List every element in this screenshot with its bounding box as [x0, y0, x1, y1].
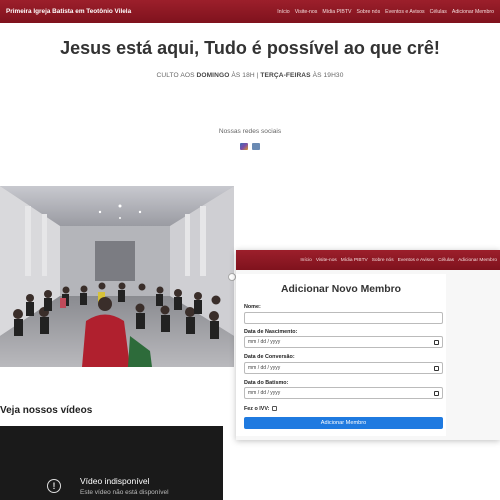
social-label: Nossas redes sociais — [218, 128, 282, 135]
conversion-date-label: Data de Conversão: — [244, 354, 295, 360]
service-times: CULTO AOS DOMINGO ÀS 18H | TERÇA-FEIRAS … — [0, 72, 500, 79]
add-member-window: Início Visite-nos Mídia PIBTV Sobre nós … — [236, 250, 500, 440]
birth-date-input[interactable]: mm / dd / yyyy — [244, 336, 443, 348]
nav2-link-celulas[interactable]: Células — [438, 258, 454, 263]
youtube-icon[interactable] — [252, 143, 260, 150]
baptism-date-placeholder: mm / dd / yyyy — [248, 390, 281, 396]
nav-link-sobre[interactable]: Sobre nós — [357, 9, 381, 15]
nav2-link-inicio[interactable]: Início — [300, 258, 311, 263]
name-label: Nome: — [244, 304, 261, 310]
ivv-label: Fez o IVV: — [244, 406, 270, 412]
warning-icon: ! — [47, 479, 61, 493]
nav-link-visite[interactable]: Visite-nos — [295, 9, 318, 15]
name-input[interactable] — [244, 312, 443, 324]
church-photo — [0, 186, 234, 367]
social-icons — [0, 143, 500, 150]
baptism-date-label: Data do Batismo: — [244, 380, 289, 386]
nav2-link-midia[interactable]: Mídia PIBTV — [341, 258, 368, 263]
hero-title: Jesus está aqui, Tudo é possível ao que … — [60, 38, 440, 58]
service-day-2: TERÇA-FEIRAS — [260, 72, 311, 79]
main-navbar: Primeira Igreja Batista em Teotônio Vile… — [0, 0, 500, 23]
nav-link-midia[interactable]: Mídia PIBTV — [322, 9, 351, 15]
birth-date-placeholder: mm / dd / yyyy — [248, 339, 281, 345]
secondary-navbar: Início Visite-nos Mídia PIBTV Sobre nós … — [236, 250, 500, 270]
nav-link-inicio[interactable]: Início — [277, 9, 289, 15]
service-prefix: CULTO AOS — [156, 72, 197, 79]
nav-links: Início Visite-nos Mídia PIBTV Sobre nós … — [277, 9, 494, 15]
video-unavailable-title: Vídeo indisponível — [80, 476, 150, 486]
conversion-date-input[interactable]: mm / dd / yyyy — [244, 362, 443, 374]
service-suffix: ÀS 19H30 — [310, 72, 344, 79]
baptism-date-input[interactable]: mm / dd / yyyy — [244, 387, 443, 399]
nav-link-celulas[interactable]: Células — [430, 9, 447, 15]
service-mid: ÀS 18H | — [229, 72, 261, 79]
church-photo-image — [0, 186, 234, 367]
instagram-icon[interactable] — [240, 143, 248, 150]
videos-section-title: Veja nossos vídeos — [0, 405, 93, 416]
conversion-date-placeholder: mm / dd / yyyy — [248, 365, 281, 371]
nav2-link-sobre[interactable]: Sobre nós — [372, 258, 394, 263]
add-member-button[interactable]: Adicionar Membro — [244, 417, 443, 429]
birth-date-label: Data de Nascimento: — [244, 329, 298, 335]
nav-link-adicionar-membro[interactable]: Adicionar Membro — [452, 9, 494, 15]
ivv-checkbox[interactable] — [272, 406, 277, 411]
nav2-link-eventos[interactable]: Eventos e Avisos — [398, 258, 434, 263]
form-title: Adicionar Novo Membro — [280, 284, 402, 295]
calendar-icon[interactable] — [434, 339, 439, 345]
nav-link-eventos[interactable]: Eventos e Avisos — [385, 9, 424, 15]
calendar-icon[interactable] — [434, 365, 439, 371]
nav2-link-visite[interactable]: Visite-nos — [316, 258, 337, 263]
add-member-form: Adicionar Novo Membro Nome: Data de Nasc… — [236, 274, 446, 436]
service-day-1: DOMINGO — [196, 72, 230, 79]
calendar-icon[interactable] — [434, 390, 439, 396]
video-unavailable-subtitle: Este vídeo não está disponível — [80, 489, 169, 496]
brand-link[interactable]: Primeira Igreja Batista em Teotônio Vile… — [6, 8, 131, 15]
nav2-link-adicionar-membro[interactable]: Adicionar Membro — [458, 258, 497, 263]
carousel-next-button[interactable] — [228, 273, 236, 281]
